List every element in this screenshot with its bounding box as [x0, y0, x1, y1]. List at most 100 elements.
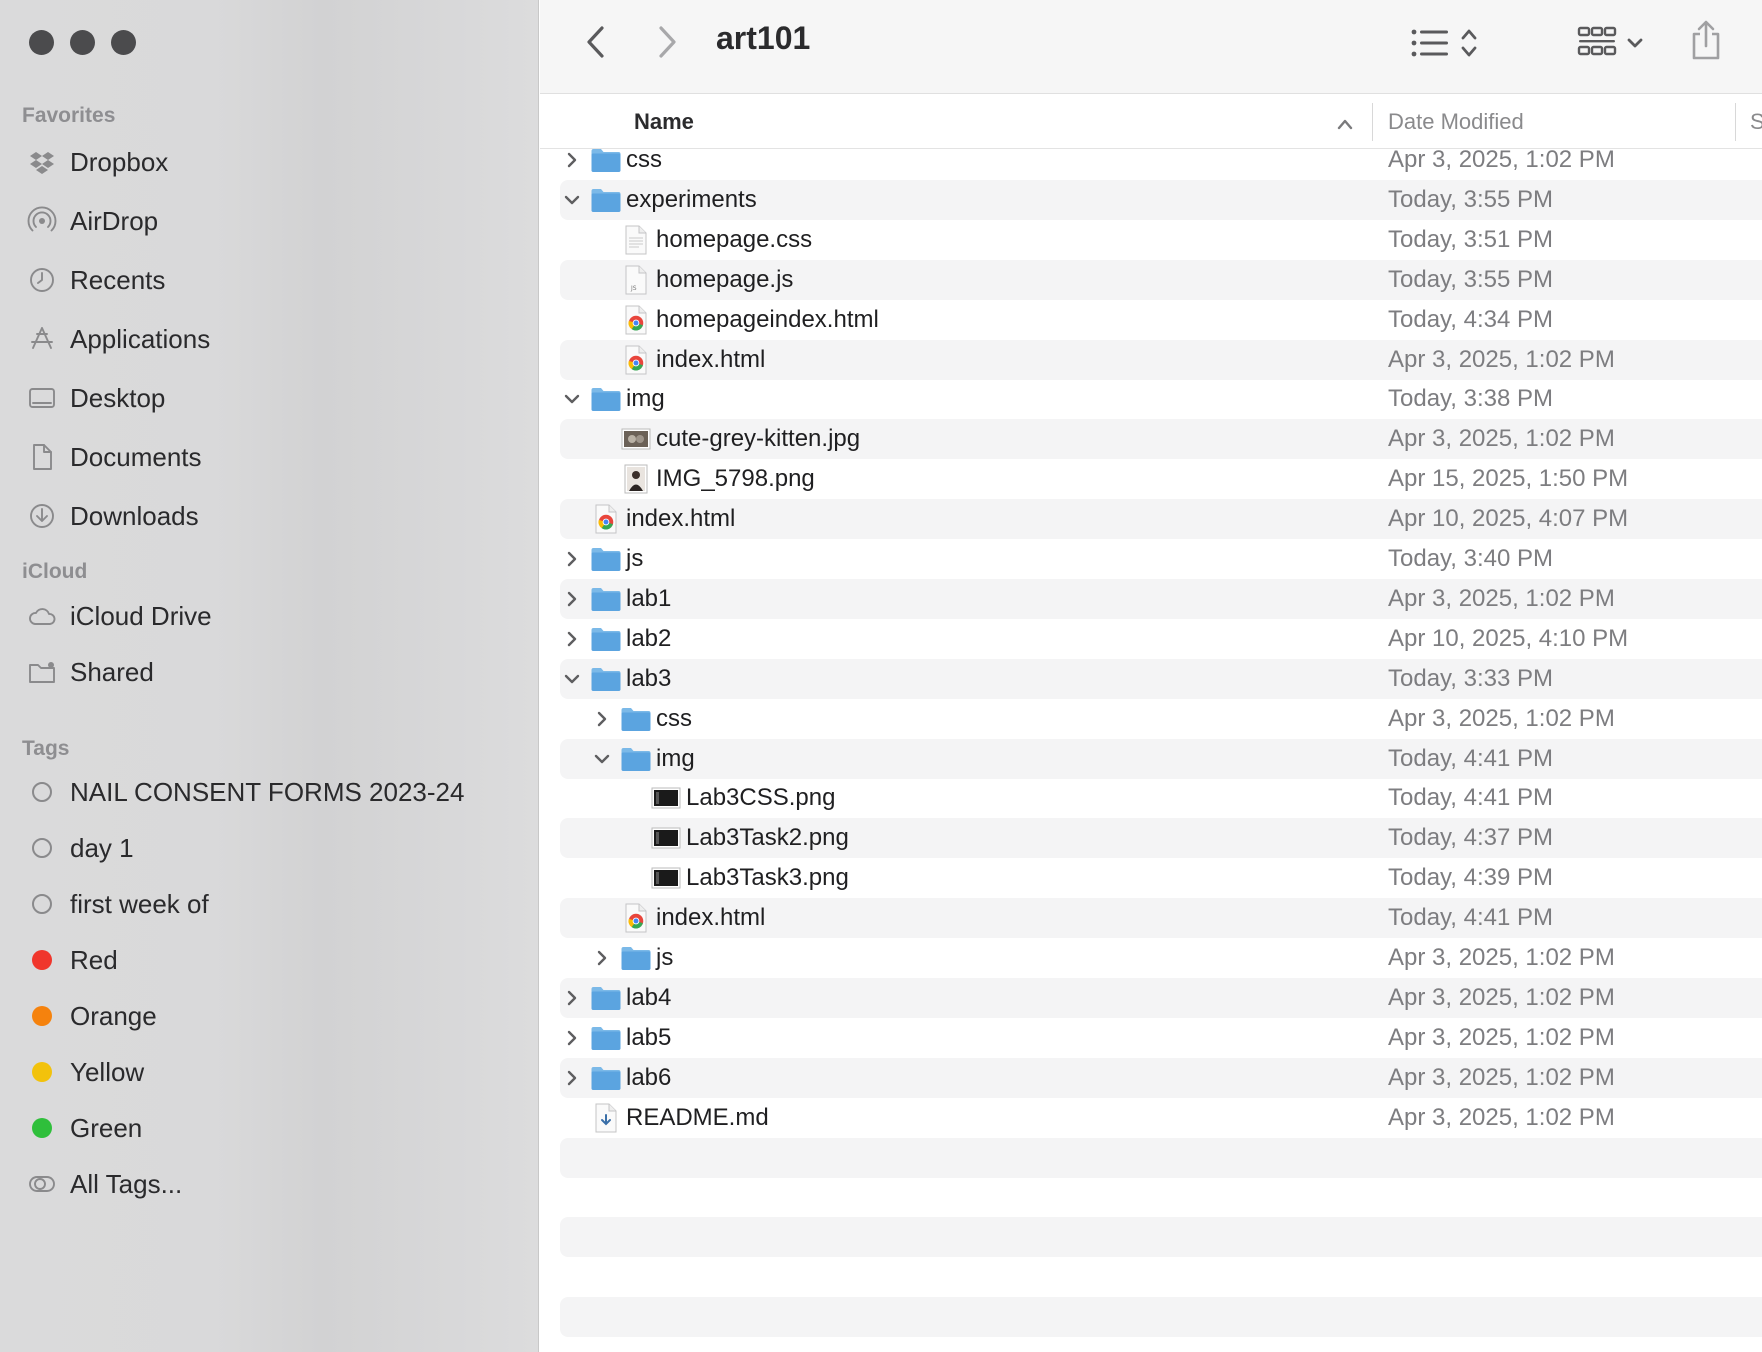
sidebar-item-icloud-drive[interactable]: iCloud Drive: [0, 591, 539, 641]
zoom-window-button[interactable]: [111, 30, 136, 55]
group-options-button[interactable]: [1574, 22, 1648, 64]
date-modified: Apr 10, 2025, 4:10 PM: [1388, 624, 1629, 652]
disclosure-expanded-icon[interactable]: [562, 190, 582, 210]
sidebar-tag-6[interactable]: Green: [0, 1103, 539, 1153]
sidebar-item-desktop[interactable]: Desktop: [0, 373, 539, 423]
close-window-button[interactable]: [29, 30, 54, 55]
sidebar-item-shared[interactable]: Shared: [0, 647, 539, 697]
folder-icon: [590, 545, 622, 573]
disclosure-collapsed-icon[interactable]: [592, 948, 612, 968]
sidebar-item-recents[interactable]: Recents: [0, 255, 539, 305]
forward-button[interactable]: [651, 22, 683, 62]
file-row[interactable]: Lab3Task2.png Today, 4:37 PM: [560, 818, 1762, 859]
date-modified: Apr 3, 2025, 1:02 PM: [1388, 944, 1615, 971]
file-row[interactable]: JS homepage.js Today, 3:55 PM: [560, 259, 1762, 300]
disclosure-collapsed-icon[interactable]: [562, 549, 582, 569]
name-column-header[interactable]: Name: [634, 109, 694, 135]
minimize-window-button[interactable]: [70, 30, 95, 55]
back-button[interactable]: [580, 22, 612, 62]
sidebar-item-airdrop[interactable]: AirDrop: [0, 196, 539, 246]
sidebar-tag-0[interactable]: NAIL CONSENT FORMS 2023-24: [0, 767, 539, 817]
date-modified-column-header[interactable]: Date Modified: [1388, 109, 1524, 135]
sidebar-item-label: All Tags...: [70, 1168, 183, 1199]
folder-row[interactable]: js Apr 3, 2025, 1:02 PM: [560, 938, 1762, 978]
folder-row[interactable]: lab2 Apr 10, 2025, 4:10 PM: [560, 619, 1762, 659]
folder-row[interactable]: lab4 Apr 3, 2025, 1:02 PM: [560, 977, 1762, 1018]
window-controls: [29, 30, 136, 55]
size-column-header[interactable]: S: [1750, 109, 1762, 135]
tag-empty-circle-icon: [26, 832, 58, 864]
folder-icon: [590, 665, 622, 693]
file-row[interactable]: index.html Apr 3, 2025, 1:02 PM: [560, 339, 1762, 380]
folder-row[interactable]: img Today, 4:41 PM: [560, 738, 1762, 779]
chevron-down-icon: [1627, 38, 1643, 48]
view-options-button[interactable]: [1405, 22, 1485, 64]
file-row[interactable]: cute-grey-kitten.jpg Apr 3, 2025, 1:02 PM: [560, 419, 1762, 460]
sidebar-item-dropbox[interactable]: Dropbox: [0, 137, 539, 187]
disclosure-collapsed-icon[interactable]: [562, 988, 582, 1008]
all-tags-icon: [26, 1168, 58, 1200]
sidebar-tag-7[interactable]: All Tags...: [0, 1159, 539, 1209]
date-modified: Apr 3, 2025, 1:02 PM: [1388, 146, 1615, 173]
disclosure-collapsed-icon[interactable]: [562, 150, 582, 170]
sidebar-item-label: NAIL CONSENT FORMS 2023-24: [70, 776, 465, 807]
folder-row[interactable]: css Apr 3, 2025, 1:02 PM: [560, 699, 1762, 739]
file-row[interactable]: Lab3CSS.png Today, 4:41 PM: [560, 778, 1762, 818]
image-thumbnail-icon: [650, 824, 682, 852]
folder-row[interactable]: lab1 Apr 3, 2025, 1:02 PM: [560, 578, 1762, 619]
date-modified: Today, 3:55 PM: [1388, 265, 1553, 293]
file-row[interactable]: IMG_5798.png Apr 15, 2025, 1:50 PM: [560, 459, 1762, 499]
folder-row[interactable]: experiments Today, 3:55 PM: [560, 179, 1762, 220]
download-icon: [26, 500, 58, 532]
folder-row[interactable]: css Apr 3, 2025, 1:02 PM: [560, 140, 1762, 180]
disclosure-collapsed-icon[interactable]: [592, 709, 612, 729]
disclosure-collapsed-icon[interactable]: [562, 1028, 582, 1048]
disclosure-expanded-icon[interactable]: [562, 669, 582, 689]
sidebar-item-applications[interactable]: Applications: [0, 314, 539, 364]
sidebar-tag-4[interactable]: Orange: [0, 991, 539, 1041]
file-row[interactable]: Lab3Task3.png Today, 4:39 PM: [560, 858, 1762, 898]
sidebar-item-downloads[interactable]: Downloads: [0, 491, 539, 541]
disclosure-collapsed-icon[interactable]: [562, 1068, 582, 1088]
disclosure-collapsed-icon[interactable]: [562, 589, 582, 609]
disclosure-expanded-icon[interactable]: [562, 389, 582, 409]
image-thumbnail-icon: [620, 425, 652, 453]
folder-row[interactable]: js Today, 3:40 PM: [560, 539, 1762, 579]
sidebar-tag-5[interactable]: Yellow: [0, 1047, 539, 1097]
date-modified: Apr 3, 2025, 1:02 PM: [1388, 1023, 1615, 1051]
sidebar-item-label: AirDrop: [70, 205, 159, 236]
file-row[interactable]: homepage.css Today, 3:51 PM: [560, 220, 1762, 260]
column-separator[interactable]: [1735, 103, 1736, 141]
date-modified: Apr 3, 2025, 1:02 PM: [1388, 584, 1615, 612]
svg-text:JS: JS: [630, 285, 637, 292]
airdrop-icon: [26, 205, 58, 237]
date-modified: Apr 15, 2025, 1:50 PM: [1388, 465, 1629, 493]
sidebar-item-label: Green: [70, 1112, 143, 1143]
share-button[interactable]: [1688, 18, 1724, 62]
folder-row[interactable]: img Today, 3:38 PM: [560, 379, 1762, 419]
sidebar-tag-1[interactable]: day 1: [0, 823, 539, 873]
icloud-section-title: iCloud: [22, 560, 88, 583]
folder-row[interactable]: lab6 Apr 3, 2025, 1:02 PM: [560, 1057, 1762, 1098]
folder-icon: [590, 625, 622, 653]
disclosure-expanded-icon[interactable]: [592, 749, 612, 769]
folder-icon: [620, 944, 652, 972]
sidebar-tag-2[interactable]: first week of: [0, 879, 539, 929]
sidebar-tag-3[interactable]: Red: [0, 935, 539, 985]
sidebar-item-documents[interactable]: Documents: [0, 432, 539, 482]
desktop-icon: [26, 382, 58, 414]
file-name: homepage.js: [656, 265, 794, 293]
file-row[interactable]: index.html Today, 4:41 PM: [560, 898, 1762, 939]
file-row[interactable]: README.md Apr 3, 2025, 1:02 PM: [560, 1098, 1762, 1138]
sidebar-item-label: Orange: [70, 1000, 157, 1031]
folder-icon: [590, 1064, 622, 1092]
file-row[interactable]: homepageindex.html Today, 4:34 PM: [560, 300, 1762, 340]
folder-row[interactable]: lab3 Today, 3:33 PM: [560, 658, 1762, 699]
file-name: css: [656, 704, 692, 732]
folder-row[interactable]: lab5 Apr 3, 2025, 1:02 PM: [560, 1018, 1762, 1058]
date-modified: Today, 3:38 PM: [1388, 385, 1553, 413]
column-separator[interactable]: [1372, 103, 1373, 141]
file-row[interactable]: index.html Apr 10, 2025, 4:07 PM: [560, 499, 1762, 540]
disclosure-collapsed-icon[interactable]: [562, 629, 582, 649]
date-modified: Apr 3, 2025, 1:02 PM: [1388, 1103, 1615, 1131]
